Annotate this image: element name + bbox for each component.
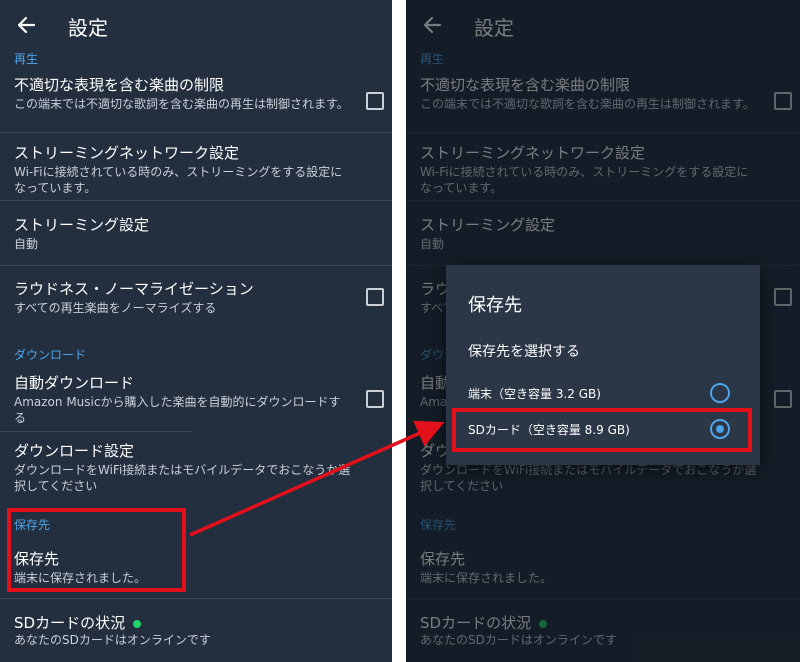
setting-auto-download[interactable]: 自動ダウンロード Amazon Musicから購入した楽曲を自動的にダウンロード… <box>0 372 392 428</box>
setting-subtitle: Amazon Musicから購入した楽曲を自動的にダウンロードする <box>14 395 341 425</box>
arrow-left-icon[interactable] <box>14 12 40 38</box>
page-title: 設定 <box>68 16 108 40</box>
explicit-checkbox[interactable] <box>366 92 384 110</box>
divider <box>0 431 192 432</box>
divider <box>0 132 392 133</box>
setting-streaming[interactable]: ストリーミング設定 自動 <box>0 214 392 258</box>
section-header-download: ダウンロード <box>14 348 87 362</box>
setting-subtitle: あなたのSDカードはオンラインです <box>14 633 211 647</box>
setting-sd-status[interactable]: SDカードの状況 あなたのSDカードはオンラインです <box>0 612 392 652</box>
divider <box>0 598 392 599</box>
setting-explicit-filter[interactable]: 不適切な表現を含む楽曲の制限 この端末では不適切な歌詞を含む楽曲の再生は制御され… <box>0 74 392 130</box>
top-bar: 設定 <box>0 0 392 50</box>
highlight-box-sd-option <box>452 408 752 452</box>
setting-streaming-network[interactable]: ストリーミングネットワーク設定 Wi-Fiに接続されている時のみ、ストリーミング… <box>0 142 392 198</box>
dialog-title: 保存先 <box>468 295 522 316</box>
setting-title: SDカードの状況 <box>14 612 142 633</box>
sd-status-label: SDカードの状況 <box>14 614 126 632</box>
status-online-icon <box>133 619 142 628</box>
radio-unselected-icon[interactable] <box>710 383 730 403</box>
setting-subtitle: この端末では不適切な歌詞を含む楽曲の再生は制御されます。 <box>14 97 349 111</box>
setting-title: ラウドネス・ノーマライゼーション <box>14 280 254 298</box>
setting-download-settings[interactable]: ダウンロード設定 ダウンロードをWiFi接続またはモバイルデータでおこなうか選択… <box>0 440 392 496</box>
setting-subtitle: 自動 <box>14 237 39 251</box>
divider <box>0 200 392 201</box>
setting-title: ダウンロード設定 <box>14 442 135 460</box>
setting-title: ストリーミングネットワーク設定 <box>14 144 240 162</box>
divider <box>0 265 392 266</box>
setting-subtitle: すべての再生楽曲をノーマライズする <box>14 301 217 315</box>
setting-title: 自動ダウンロード <box>14 374 135 392</box>
setting-title: 不適切な表現を含む楽曲の制限 <box>14 76 225 94</box>
setting-title: ストリーミング設定 <box>14 216 150 234</box>
setting-subtitle: ダウンロードをWiFi接続またはモバイルデータでおこなうか選択してください <box>14 463 351 493</box>
loudness-checkbox[interactable] <box>366 288 384 306</box>
setting-subtitle: Wi-Fiに接続されている時のみ、ストリーミングをする設定になっています。 <box>14 165 343 195</box>
auto-download-checkbox[interactable] <box>366 390 384 408</box>
dialog-subtitle: 保存先を選択する <box>468 344 580 360</box>
option-device-storage[interactable]: 端末（空き容量 3.2 GB) <box>446 375 760 411</box>
highlight-box-storage <box>7 508 186 592</box>
setting-loudness[interactable]: ラウドネス・ノーマライゼーション すべての再生楽曲をノーマライズする <box>0 278 392 322</box>
section-header-playback: 再生 <box>14 52 39 66</box>
option-label: 端末（空き容量 3.2 GB) <box>468 387 601 401</box>
